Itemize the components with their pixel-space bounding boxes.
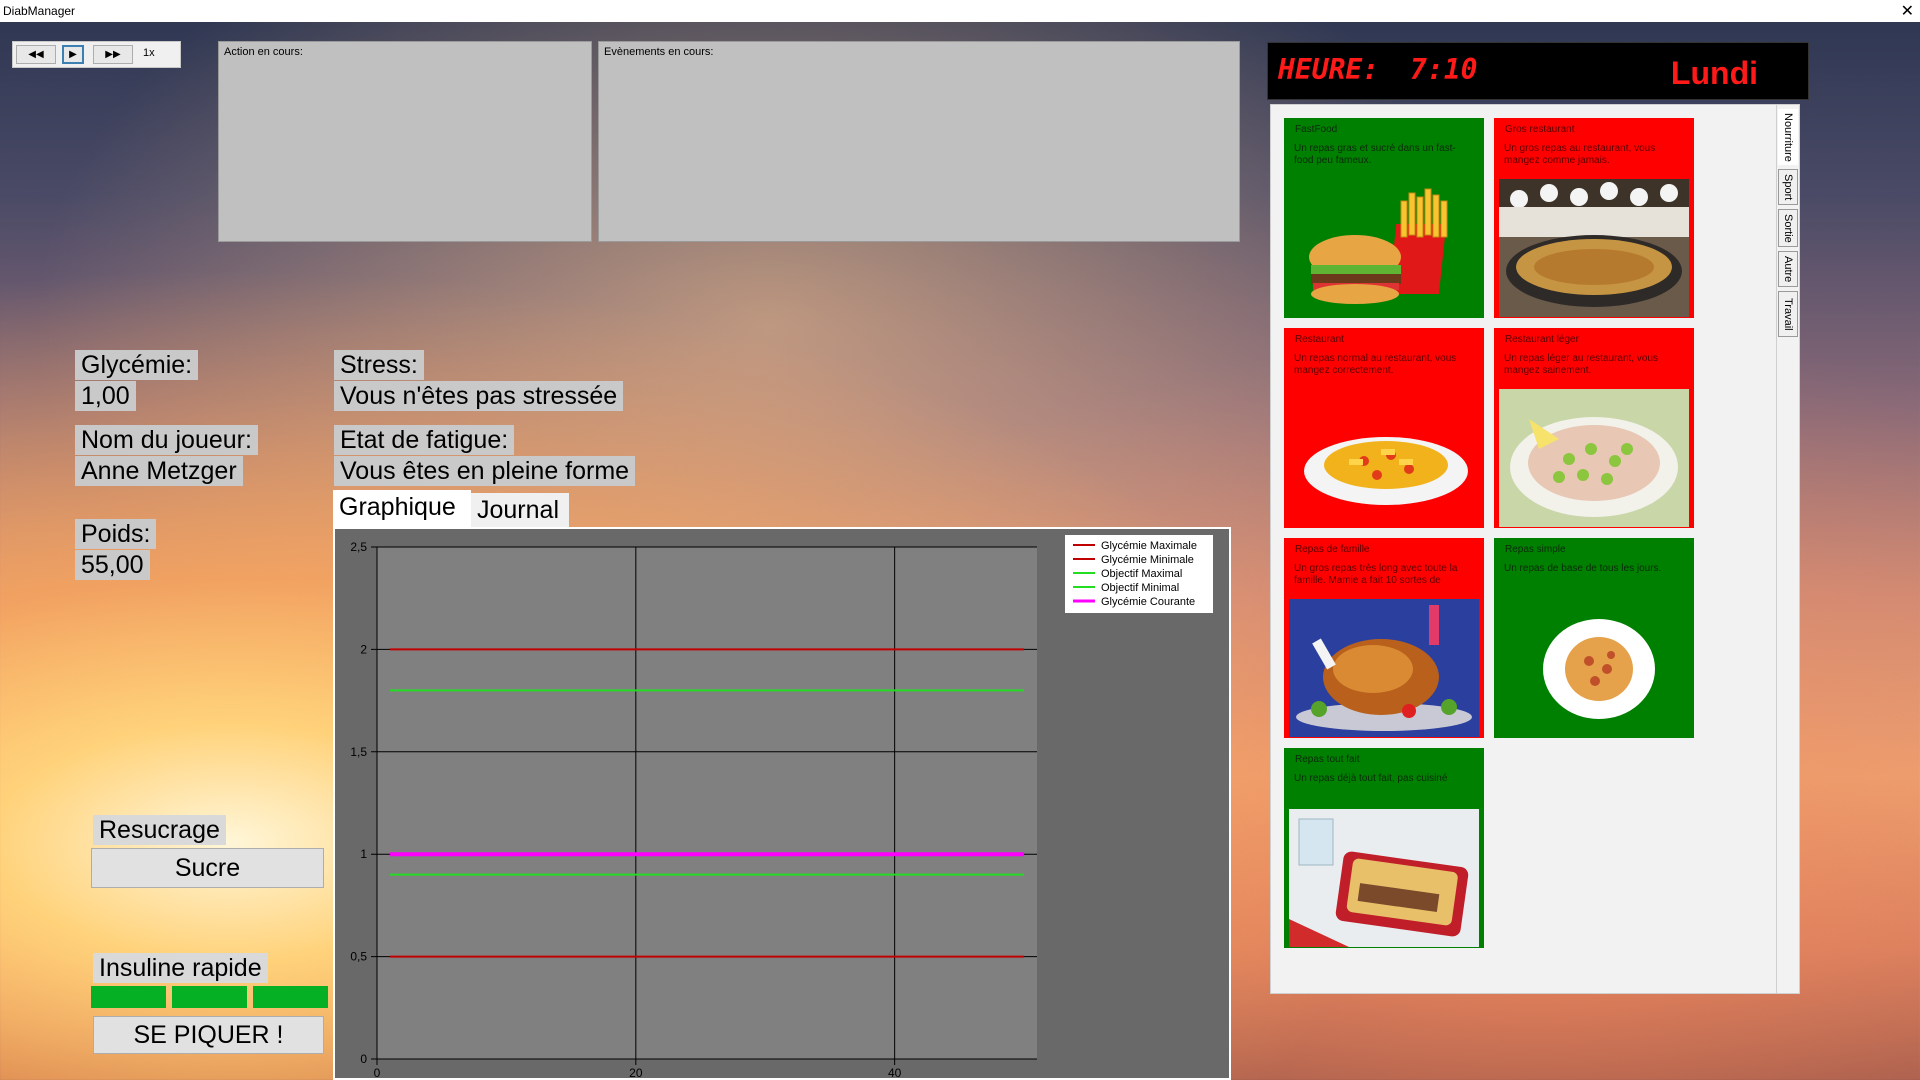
food-card-gros-restaurant[interactable]: Gros restaurant Un gros repas au restaur… xyxy=(1494,118,1694,318)
insuline-level-segment xyxy=(253,986,328,1008)
rewind-button[interactable]: ◀◀ xyxy=(16,45,56,64)
food-card-repas-simple[interactable]: Repas simple Un repas de base de tous le… xyxy=(1494,538,1694,738)
stress-label: Stress: xyxy=(334,350,424,380)
tab-graphique[interactable]: Graphique xyxy=(333,490,471,527)
y-tick-label: 1,5 xyxy=(350,745,367,759)
x-tick-label: 0 xyxy=(374,1066,381,1078)
fast-forward-button[interactable]: ▶▶ xyxy=(93,45,133,64)
y-tick-label: 0,5 xyxy=(350,950,367,964)
x-tick-label: 40 xyxy=(888,1066,902,1078)
x-tick-label: 20 xyxy=(629,1066,643,1078)
food-card-desc: Un repas normal au restaurant, vous mang… xyxy=(1294,353,1457,376)
inject-button[interactable]: SE PIQUER ! xyxy=(93,1016,324,1054)
poids-value: 55,00 xyxy=(75,550,150,580)
legend-label: Objectif Maximal xyxy=(1101,568,1182,580)
plot-area xyxy=(377,547,1037,1059)
tab-journal[interactable]: Journal xyxy=(471,493,569,527)
clock-day: Lundi xyxy=(1670,55,1758,91)
food-card-restaurant-leger[interactable]: Restaurant léger Un repas léger au resta… xyxy=(1494,328,1694,528)
events-label: Evènements en cours: xyxy=(604,46,714,58)
category-tabs: Nourriture Sport Sortie Autre Travail xyxy=(1777,104,1800,994)
food-card-desc: Un repas déjà tout fait, pas cuisiné xyxy=(1294,773,1448,784)
food-card-repas-tout-fait[interactable]: Repas tout fait Un repas déjà tout fait,… xyxy=(1284,748,1484,948)
food-card-desc: Un repas de base de tous les jours. xyxy=(1504,563,1662,574)
action-panel: Action en cours: xyxy=(218,41,592,242)
burger-fries-image xyxy=(1289,179,1479,317)
food-card-title: Gros restaurant xyxy=(1505,124,1575,135)
fatigue-value: Vous êtes en pleine forme xyxy=(334,456,636,486)
y-tick-label: 1 xyxy=(360,847,367,861)
legend-label: Glycémie Courante xyxy=(1101,596,1195,608)
food-card-title: Repas tout fait xyxy=(1295,754,1360,765)
glycemie-value: 1,00 xyxy=(75,381,136,411)
insuline-label: Insuline rapide xyxy=(93,953,268,983)
food-card-repas-de-famille[interactable]: Repas de famille Un gros repas très long… xyxy=(1284,538,1484,738)
pasta-plate-image xyxy=(1289,389,1479,527)
legend-label: Glycémie Maximale xyxy=(1101,540,1197,552)
food-card-title: Restaurant xyxy=(1295,334,1344,345)
food-card-desc: Un gros repas très long avec toute la fa… xyxy=(1294,563,1458,586)
player-name-value: Anne Metzger xyxy=(75,456,243,486)
sucre-button[interactable]: Sucre xyxy=(91,848,324,888)
clock-time: 7:10 xyxy=(1410,53,1478,86)
tab-sortie[interactable]: Sortie xyxy=(1778,209,1798,247)
tab-sport[interactable]: Sport xyxy=(1778,169,1798,205)
poids-label: Poids: xyxy=(75,519,157,549)
y-tick-label: 2 xyxy=(360,642,367,656)
window-titlebar: DiabManager ✕ xyxy=(0,0,1920,22)
glycemie-label: Glycémie: xyxy=(75,350,199,380)
food-card-title: Restaurant léger xyxy=(1505,334,1579,345)
player-name-label: Nom du joueur: xyxy=(75,425,258,455)
close-icon[interactable]: ✕ xyxy=(1901,1,1914,21)
food-card-desc: Un repas léger au restaurant, vous mange… xyxy=(1504,353,1658,376)
glycemia-chart: 0 0,5 1 1,5 2 2,5 0 20 40 Glycémie Maximale Glycém… xyxy=(333,527,1231,1080)
fatigue-label: Etat de fatigue: xyxy=(334,425,515,455)
speed-indicator[interactable]: 1x xyxy=(143,47,155,59)
stress-value: Vous n'êtes pas stressée xyxy=(334,381,624,411)
resucrage-label: Resucrage xyxy=(93,815,226,845)
roast-turkey-image xyxy=(1289,599,1479,737)
legend-label: Glycémie Minimale xyxy=(1101,554,1194,566)
food-card-title: FastFood xyxy=(1295,124,1338,135)
tab-travail[interactable]: Travail xyxy=(1778,291,1798,337)
playback-controls: ◀◀ ▶ ▶▶ 1x xyxy=(12,41,181,68)
pasta-bowl-image xyxy=(1499,599,1689,737)
y-tick-label: 0 xyxy=(360,1052,367,1066)
tab-nourriture[interactable]: Nourriture xyxy=(1778,109,1798,165)
clock-bar: HEURE: 7:10 Lundi xyxy=(1267,42,1809,100)
insuline-level-segment xyxy=(172,986,247,1008)
chart-svg: 0 0,5 1 1,5 2 2,5 0 20 40 Glycémie Maximale Glycém… xyxy=(350,535,1213,1080)
insuline-level-segment xyxy=(91,986,166,1008)
salad-image xyxy=(1499,389,1689,527)
chefs-paella-image xyxy=(1499,179,1689,317)
food-card-fastfood[interactable]: FastFood Un repas gras et sucré dans un … xyxy=(1284,118,1484,318)
gratin-dish-image xyxy=(1289,809,1479,947)
food-panel: FastFood Un repas gras et sucré dans un … xyxy=(1270,104,1777,994)
tab-autre[interactable]: Autre xyxy=(1778,251,1798,287)
food-card-restaurant[interactable]: Restaurant Un repas normal au restaurant… xyxy=(1284,328,1484,528)
food-card-desc: Un repas gras et sucré dans un fast-food… xyxy=(1294,143,1456,166)
events-panel: Evènements en cours: xyxy=(598,41,1240,242)
clock-label: HEURE: xyxy=(1278,53,1380,86)
food-card-title: Repas de famille xyxy=(1295,544,1370,555)
action-label: Action en cours: xyxy=(224,46,303,58)
window-title: DiabManager xyxy=(3,4,76,18)
food-card-desc: Un gros repas au restaurant, vous mangez… xyxy=(1504,143,1656,166)
food-card-title: Repas simple xyxy=(1505,544,1566,555)
legend-label: Objectif Minimal xyxy=(1101,582,1179,594)
y-tick-label: 2,5 xyxy=(350,540,367,554)
play-button[interactable]: ▶ xyxy=(62,45,84,64)
